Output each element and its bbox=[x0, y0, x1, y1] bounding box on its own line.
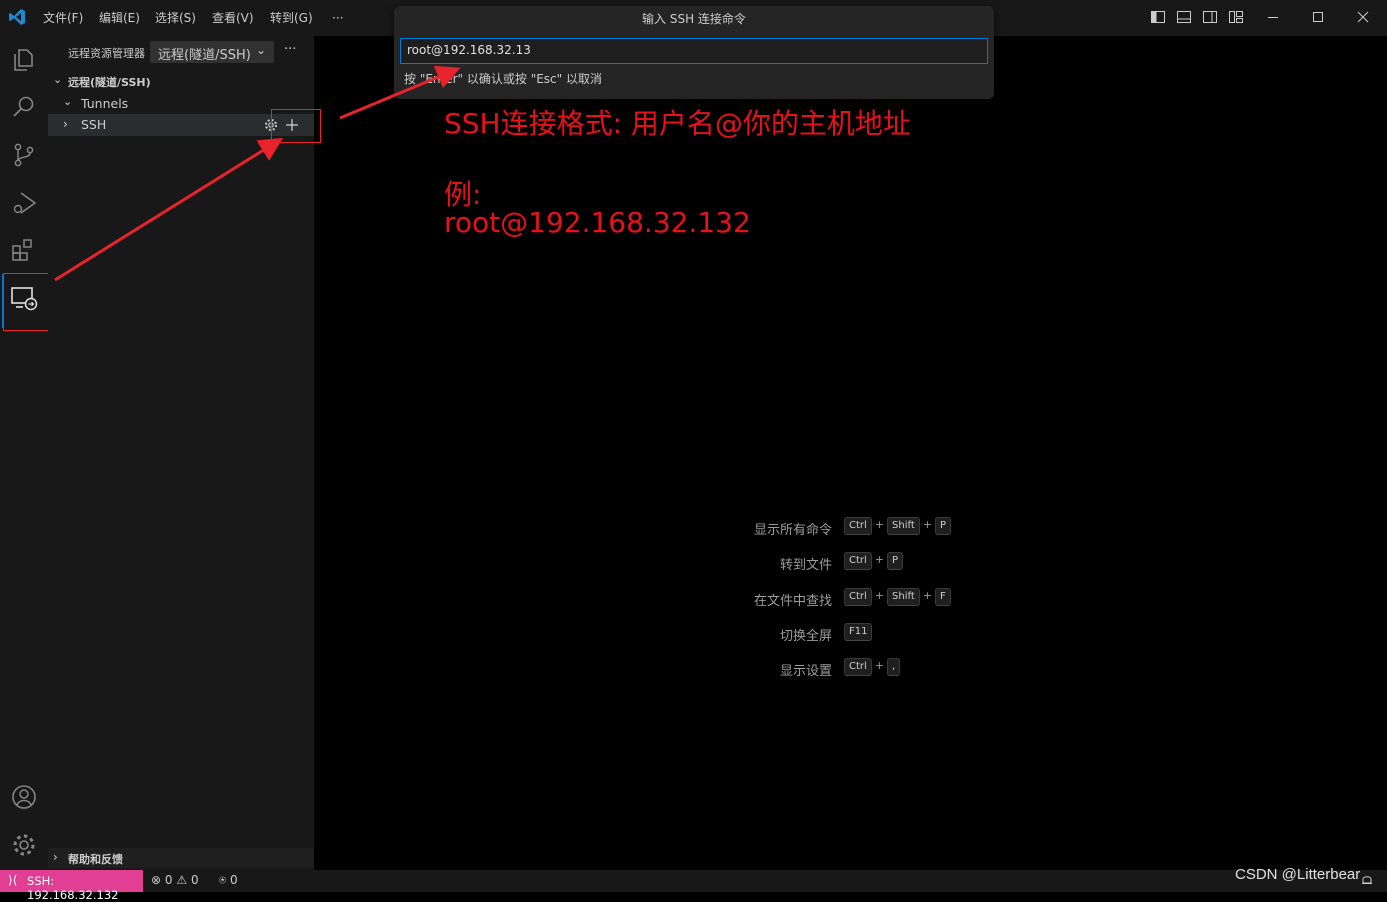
plus: + bbox=[874, 518, 885, 531]
input-value: root@192.168.32.13 bbox=[407, 43, 531, 57]
search-icon[interactable] bbox=[9, 92, 39, 122]
chevron-down-icon: ⌄ bbox=[256, 43, 267, 57]
warning-count: 0 bbox=[190, 873, 199, 887]
shortcut-keys: Ctrl + Shift + P bbox=[844, 517, 951, 535]
remote-type-dropdown[interactable]: 远程(隧道/SSH) ⌄ bbox=[150, 41, 274, 63]
chevron-down-icon: ⌄ bbox=[53, 73, 63, 86]
plus: + bbox=[922, 518, 932, 531]
quick-input-widget: 输入 SSH 连接命令 root@192.168.32.13 按 "Enter"… bbox=[394, 6, 994, 99]
explorer-icon[interactable] bbox=[9, 44, 39, 74]
run-debug-icon[interactable] bbox=[9, 188, 39, 218]
annotation-format: SSH连接格式: 用户名@你的主机地址 bbox=[444, 107, 911, 140]
menu-edit[interactable]: 编辑(E) bbox=[99, 0, 140, 36]
help-feedback-section[interactable]: › 帮助和反馈 bbox=[48, 848, 314, 868]
kbd: , bbox=[887, 658, 901, 676]
shortcut-label: 切换全屏 bbox=[779, 629, 832, 644]
menu-more[interactable]: ··· bbox=[332, 0, 343, 36]
menu-view[interactable]: 查看(V) bbox=[212, 0, 254, 36]
section-title: 远程(隧道/SSH) bbox=[68, 76, 151, 89]
radio-tower-icon: ⍟ bbox=[219, 873, 227, 887]
error-count: 0 bbox=[164, 873, 173, 887]
toggle-panel-icon[interactable] bbox=[1176, 9, 1192, 25]
chevron-right-icon: › bbox=[63, 117, 68, 131]
kbd: Ctrl bbox=[844, 517, 872, 535]
more-actions-icon[interactable]: ··· bbox=[284, 42, 296, 57]
tree-item-label: SSH bbox=[81, 117, 107, 132]
highlight-add-button-box bbox=[271, 109, 321, 143]
watermark: CSDN @Litterbear bbox=[1235, 866, 1361, 883]
maximize-icon[interactable] bbox=[1310, 9, 1326, 25]
kbd: Shift bbox=[887, 517, 920, 535]
ports-indicator[interactable]: ⍟ 0 bbox=[219, 873, 238, 888]
problems-indicator[interactable]: ⊗ 0 ⚠ 0 bbox=[151, 873, 199, 887]
sidebar-title: 远程资源管理器 bbox=[68, 47, 145, 60]
help-feedback-label: 帮助和反馈 bbox=[68, 853, 123, 866]
chevron-right-icon: › bbox=[53, 850, 58, 864]
dropdown-value: 远程(隧道/SSH) bbox=[158, 48, 251, 63]
shortcut-label: 显示所有命令 bbox=[753, 523, 832, 538]
menu-go[interactable]: 转到(G) bbox=[270, 0, 313, 36]
shortcut-label: 显示设置 bbox=[779, 664, 832, 679]
shortcut-keys: F11 bbox=[844, 623, 873, 641]
ports-count: 0 bbox=[230, 873, 238, 887]
plus: + bbox=[874, 659, 885, 672]
status-bar: ⟩⟨ SSH: 192.168.32.132 ⊗ 0 ⚠ 0 ⍟ 0 bbox=[0, 870, 1387, 902]
annotation-example-value: root@192.168.32.132 bbox=[444, 206, 751, 239]
shortcut-label: 转到文件 bbox=[779, 558, 832, 573]
kbd: Ctrl bbox=[844, 658, 872, 676]
plus: + bbox=[922, 589, 932, 602]
remote-indicator[interactable]: ⟩⟨ SSH: 192.168.32.132 bbox=[0, 870, 143, 902]
section-header-remote[interactable]: ⌄ 远程(隧道/SSH) bbox=[48, 71, 314, 91]
menu-file[interactable]: 文件(F) bbox=[43, 0, 83, 36]
tree-item-label: Tunnels bbox=[81, 96, 129, 111]
activity-bar bbox=[0, 36, 48, 870]
toggle-secondary-sidebar-icon[interactable] bbox=[1202, 9, 1218, 25]
close-icon[interactable] bbox=[1355, 9, 1371, 25]
kbd: P bbox=[934, 517, 951, 535]
shortcut-keys: Ctrl + Shift + F bbox=[844, 588, 951, 606]
error-icon: ⊗ bbox=[151, 873, 162, 887]
kbd: Ctrl bbox=[844, 588, 872, 606]
toggle-primary-sidebar-icon[interactable] bbox=[1150, 9, 1166, 25]
extensions-icon[interactable] bbox=[9, 236, 39, 266]
highlight-remote-icon-box bbox=[3, 273, 50, 331]
warning-icon: ⚠ bbox=[176, 873, 188, 887]
minimize-icon[interactable] bbox=[1265, 9, 1281, 25]
settings-gear-icon[interactable] bbox=[9, 830, 39, 860]
shortcut-keys: Ctrl +, bbox=[844, 658, 901, 676]
shortcut-label: 在文件中查找 bbox=[753, 594, 832, 609]
plus: + bbox=[874, 589, 885, 602]
remote-icon: ⟩⟨ bbox=[8, 873, 18, 887]
remote-label: SSH: 192.168.32.132 bbox=[27, 874, 119, 902]
menu-selection[interactable]: 选择(S) bbox=[155, 0, 196, 36]
kbd: P bbox=[887, 552, 904, 570]
ssh-command-input[interactable]: root@192.168.32.13 bbox=[400, 38, 988, 64]
accounts-icon[interactable] bbox=[9, 782, 39, 812]
chevron-down-icon: ⌄ bbox=[63, 95, 73, 108]
vscode-logo-icon bbox=[8, 8, 26, 26]
kbd: Shift bbox=[887, 588, 920, 606]
remote-explorer-sidebar: 远程资源管理器 远程(隧道/SSH) ⌄ ··· ⌄ 远程(隧道/SSH) ⌄ … bbox=[48, 36, 314, 870]
notifications-bell-icon[interactable] bbox=[1360, 873, 1374, 887]
kbd: F bbox=[934, 588, 951, 606]
kbd: Ctrl bbox=[844, 552, 872, 570]
quick-input-title: 输入 SSH 连接命令 bbox=[642, 12, 746, 26]
shortcut-keys: Ctrl + P bbox=[844, 552, 904, 570]
quick-input-hint: 按 "Enter" 以确认或按 "Esc" 以取消 bbox=[404, 72, 602, 86]
plus: + bbox=[874, 553, 885, 566]
kbd: F11 bbox=[844, 623, 873, 641]
customize-layout-icon[interactable] bbox=[1228, 9, 1244, 25]
source-control-icon[interactable] bbox=[9, 140, 39, 170]
